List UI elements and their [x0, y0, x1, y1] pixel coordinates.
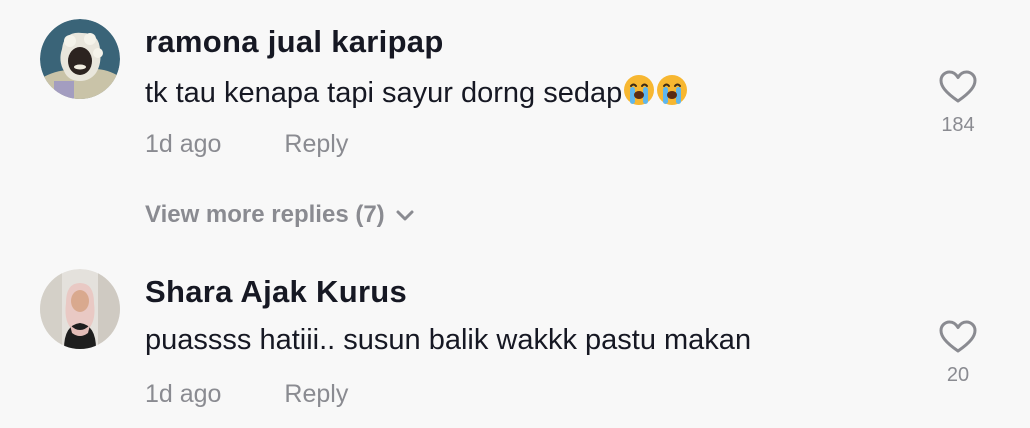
- view-more-replies-button[interactable]: View more replies (7): [145, 201, 415, 229]
- crying-face-emoji-icon: [656, 74, 688, 114]
- heart-outline-icon[interactable]: [939, 70, 977, 104]
- like-control: 184: [930, 70, 986, 137]
- reply-button[interactable]: Reply: [284, 130, 348, 158]
- comment-username[interactable]: Shara Ajak Kurus: [145, 274, 407, 310]
- like-count: 20: [946, 364, 970, 386]
- view-more-replies-label: View more replies (7): [145, 201, 385, 228]
- comment-timestamp: 1d ago: [145, 380, 222, 408]
- crying-face-emoji-icon: [623, 74, 655, 114]
- comment-text: tk tau kenapa tapi sayur dorng sedap: [145, 74, 688, 114]
- comment-meta: 1d ago Reply: [145, 380, 348, 409]
- comment-username[interactable]: ramona jual karipap: [145, 24, 444, 60]
- comment-meta: 1d ago Reply: [145, 130, 348, 159]
- reply-button[interactable]: Reply: [284, 380, 348, 408]
- avatar[interactable]: [40, 269, 120, 349]
- like-control: 20: [930, 320, 986, 387]
- comment-timestamp: 1d ago: [145, 130, 222, 158]
- avatar[interactable]: [40, 19, 120, 99]
- like-count: 184: [941, 114, 975, 136]
- comment-body: tk tau kenapa tapi sayur dorng sedap: [145, 77, 623, 109]
- comment-body: puassss hatiii.. susun balik wakkk pastu…: [145, 324, 752, 356]
- comment-text: puassss hatiii.. susun balik wakkk pastu…: [145, 324, 751, 357]
- chevron-down-icon: [396, 210, 414, 221]
- heart-outline-icon[interactable]: [939, 320, 977, 354]
